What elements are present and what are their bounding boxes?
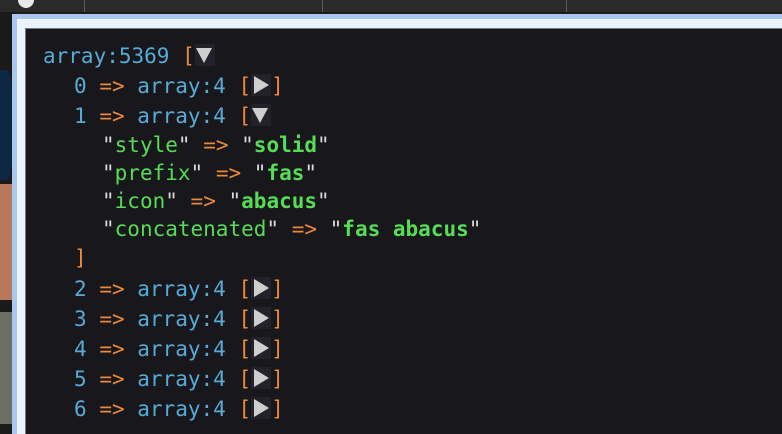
item-index: 1: [74, 104, 87, 128]
entry-value: fas: [266, 161, 305, 185]
arrow: =>: [99, 277, 125, 301]
close-bracket: ]: [271, 307, 284, 331]
array-item-4: 4 => array:4 []: [43, 334, 481, 364]
caret-down-icon[interactable]: [194, 44, 215, 66]
entry-value: solid: [253, 133, 318, 157]
open-bracket: [: [238, 74, 252, 98]
open-bracket: [: [238, 397, 252, 421]
array-item-0: 0 => array:4 []: [43, 71, 481, 101]
root-row: array:5369 [: [43, 42, 481, 71]
item-type: array:4: [137, 337, 226, 361]
array-item-6: 6 => array:4 []: [43, 394, 481, 424]
entry-style: "style" => "solid": [102, 133, 330, 157]
item-type: array:4: [137, 397, 226, 421]
item-index: 6: [74, 397, 87, 421]
arrow: =>: [291, 217, 317, 241]
array-item-1-close: ]: [43, 243, 481, 274]
caret-right-icon[interactable]: [251, 367, 272, 389]
entry-key: concatenated: [114, 217, 267, 241]
caret-right-icon[interactable]: [251, 397, 272, 419]
array-item-2: 2 => array:4 []: [43, 274, 481, 304]
close-bracket: ]: [271, 337, 284, 361]
entry-value: fas abacus: [342, 217, 469, 241]
item-index: 0: [74, 74, 87, 98]
entry-key: style: [114, 133, 178, 157]
item-index: 5: [74, 367, 87, 391]
item-index: 2: [74, 277, 87, 301]
item-index: 3: [74, 307, 87, 331]
caret-right-icon[interactable]: [251, 307, 272, 329]
arrow: =>: [203, 133, 229, 157]
open-bracket: [: [238, 337, 252, 361]
item-type: array:4: [137, 104, 226, 128]
close-bracket: ]: [271, 367, 284, 391]
arrow: =>: [215, 161, 242, 185]
caret-right-icon[interactable]: [251, 74, 272, 96]
dump-panel: array:5369 [ 0 => array:4 [] 1 => array:…: [25, 28, 782, 434]
entry-value: abacus: [241, 189, 318, 213]
close-bracket: ]: [74, 246, 87, 270]
var-dump-tree: array:5369 [ 0 => array:4 [] 1 => array:…: [43, 42, 481, 424]
close-bracket: ]: [271, 397, 284, 421]
tab-divider: [566, 0, 567, 12]
item-type: array:4: [137, 277, 226, 301]
open-bracket: [: [238, 277, 252, 301]
arrow: =>: [99, 307, 125, 331]
close-bracket: ]: [271, 74, 284, 98]
tab-divider: [84, 0, 85, 12]
item-type: array:4: [137, 307, 226, 331]
entry-key: icon: [114, 189, 166, 213]
arrow: =>: [190, 189, 216, 213]
arrow: =>: [99, 337, 125, 361]
entry-prefix: "prefix" => "fas": [102, 161, 318, 185]
caret-right-icon[interactable]: [251, 337, 272, 359]
entry-icon: "icon" => "abacus": [102, 189, 330, 213]
caret-down-icon[interactable]: [251, 104, 272, 126]
open-bracket: [: [238, 307, 252, 331]
arrow: =>: [99, 397, 125, 421]
close-bracket: ]: [271, 277, 284, 301]
caret-right-icon[interactable]: [251, 277, 272, 299]
item-type: array:4: [137, 74, 226, 98]
open-bracket: [: [182, 44, 195, 68]
open-bracket: [: [238, 104, 252, 128]
arrow: =>: [99, 74, 125, 98]
entry-concatenated: "concatenated" => "fas abacus": [102, 217, 482, 241]
dump-panel-frame: array:5369 [ 0 => array:4 [] 1 => array:…: [12, 14, 782, 434]
tab-divider: [322, 0, 323, 12]
arrow: =>: [99, 104, 125, 128]
item-index: 4: [74, 337, 87, 361]
array-item-1: 1 => array:4 [: [43, 101, 481, 131]
top-bar: [0, 0, 782, 12]
array-item-3: 3 => array:4 []: [43, 304, 481, 334]
array-item-5: 5 => array:4 []: [43, 364, 481, 394]
window-control-icon[interactable]: [18, 0, 34, 8]
arrow: =>: [99, 367, 125, 391]
root-type: array:5369: [43, 44, 170, 68]
open-bracket: [: [238, 367, 252, 391]
item-type: array:4: [137, 367, 226, 391]
entry-key: prefix: [114, 161, 191, 185]
